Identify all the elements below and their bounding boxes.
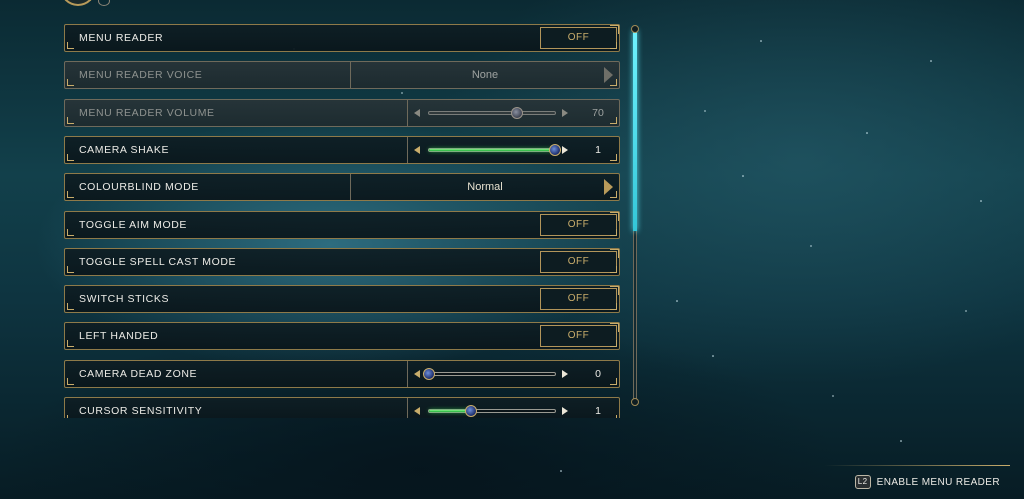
setting-label: CAMERA SHAKE: [79, 144, 170, 156]
star: [560, 470, 562, 472]
star: [704, 110, 706, 112]
setting-label: SWITCH STICKS: [79, 293, 170, 305]
toggle-button[interactable]: OFF: [540, 25, 619, 49]
star: [676, 300, 678, 302]
arrow-left-icon[interactable]: [414, 146, 420, 154]
settings-list: MENU READER OFF MENU READER VOICE None MENU …: [64, 24, 620, 418]
slider-value: 1: [595, 144, 601, 156]
star: [712, 355, 714, 357]
slider-knob[interactable]: [423, 368, 435, 380]
setting-row-camera-shake[interactable]: CAMERA SHAKE 1: [64, 136, 620, 164]
setting-row-menu-reader-voice: MENU READER VOICE None: [64, 61, 620, 89]
scroll-cap-bottom: [631, 398, 639, 406]
slider-track[interactable]: [428, 405, 556, 417]
arrow-right-icon[interactable]: [562, 407, 568, 415]
arrow-right-icon[interactable]: [562, 370, 568, 378]
setting-row-camera-dead-zone[interactable]: CAMERA DEAD ZONE 0: [64, 360, 620, 388]
star: [832, 395, 834, 397]
star: [742, 175, 744, 177]
toggle-button[interactable]: OFF: [540, 286, 619, 310]
setting-label: COLOURBLIND MODE: [79, 181, 199, 193]
setting-label: CURSOR SENSITIVITY: [79, 405, 203, 417]
crest-icon: [60, 0, 96, 6]
footer-divider: [824, 465, 1010, 466]
arrow-left-icon[interactable]: [414, 370, 420, 378]
scrollbar[interactable]: [633, 30, 637, 402]
slider-fill: [429, 149, 555, 151]
arrow-right-icon[interactable]: [562, 146, 568, 154]
footer-hint[interactable]: L2 ENABLE MENU READER: [854, 474, 1000, 490]
chevron-right-icon: [604, 67, 613, 83]
setting-row-menu-reader-volume: MENU READER VOLUME 70: [64, 99, 620, 127]
slider-track[interactable]: [428, 144, 561, 156]
toggle-button[interactable]: OFF: [540, 323, 619, 347]
toggle-button[interactable]: OFF: [540, 212, 619, 236]
option-selector: None: [350, 62, 619, 88]
arrow-left-icon: [414, 109, 420, 117]
setting-row-toggle-spell-cast-mode[interactable]: TOGGLE SPELL CAST MODE OFF: [64, 248, 620, 276]
toggle-button[interactable]: OFF: [540, 249, 619, 273]
scroll-thumb[interactable]: [633, 30, 637, 231]
slider-value: 1: [595, 405, 601, 417]
setting-row-menu-reader[interactable]: MENU READER OFF: [64, 24, 620, 52]
slider-track: [428, 107, 556, 119]
scroll-cap-top: [631, 25, 639, 33]
selected-option: None: [471, 69, 499, 81]
arrow-right-icon: [562, 109, 568, 117]
option-selector[interactable]: Normal: [350, 174, 619, 200]
star: [900, 440, 902, 442]
slider-control[interactable]: 1: [407, 398, 619, 418]
setting-label: TOGGLE SPELL CAST MODE: [79, 256, 237, 268]
slider-control[interactable]: 1: [407, 137, 619, 163]
slider-control: 70: [407, 100, 619, 126]
slider-knob: [511, 107, 524, 119]
setting-row-cursor-sensitivity[interactable]: CURSOR SENSITIVITY 1: [64, 397, 620, 418]
star: [810, 245, 812, 247]
setting-row-left-handed[interactable]: LEFT HANDED OFF: [64, 322, 620, 350]
slider-knob[interactable]: [549, 144, 561, 156]
setting-row-toggle-aim-mode[interactable]: TOGGLE AIM MODE OFF: [64, 211, 620, 239]
setting-label: CAMERA DEAD ZONE: [79, 368, 198, 380]
setting-label: MENU READER: [79, 32, 164, 44]
setting-row-colourblind-mode[interactable]: COLOURBLIND MODE Normal: [64, 173, 620, 201]
chevron-right-icon[interactable]: [604, 179, 613, 195]
selected-option: Normal: [467, 181, 503, 193]
arrow-left-icon[interactable]: [414, 407, 420, 415]
slider-knob[interactable]: [464, 405, 477, 417]
star: [965, 310, 967, 312]
slider-track[interactable]: [423, 368, 556, 380]
gear-icon: [98, 0, 110, 6]
setting-label: MENU READER VOICE: [79, 69, 203, 81]
setting-label: TOGGLE AIM MODE: [79, 219, 187, 231]
slider-control[interactable]: 0: [407, 361, 619, 387]
star: [760, 40, 762, 42]
setting-label: LEFT HANDED: [79, 330, 159, 342]
star: [980, 200, 982, 202]
slider-value: 0: [595, 368, 601, 380]
star: [930, 60, 932, 62]
star: [866, 132, 868, 134]
l2-button-icon: L2: [854, 475, 871, 489]
enable-menu-reader-label: ENABLE MENU READER: [876, 476, 1000, 488]
setting-row-switch-sticks[interactable]: SWITCH STICKS OFF: [64, 285, 620, 313]
slider-value: 70: [592, 107, 604, 119]
setting-label: MENU READER VOLUME: [79, 107, 215, 119]
